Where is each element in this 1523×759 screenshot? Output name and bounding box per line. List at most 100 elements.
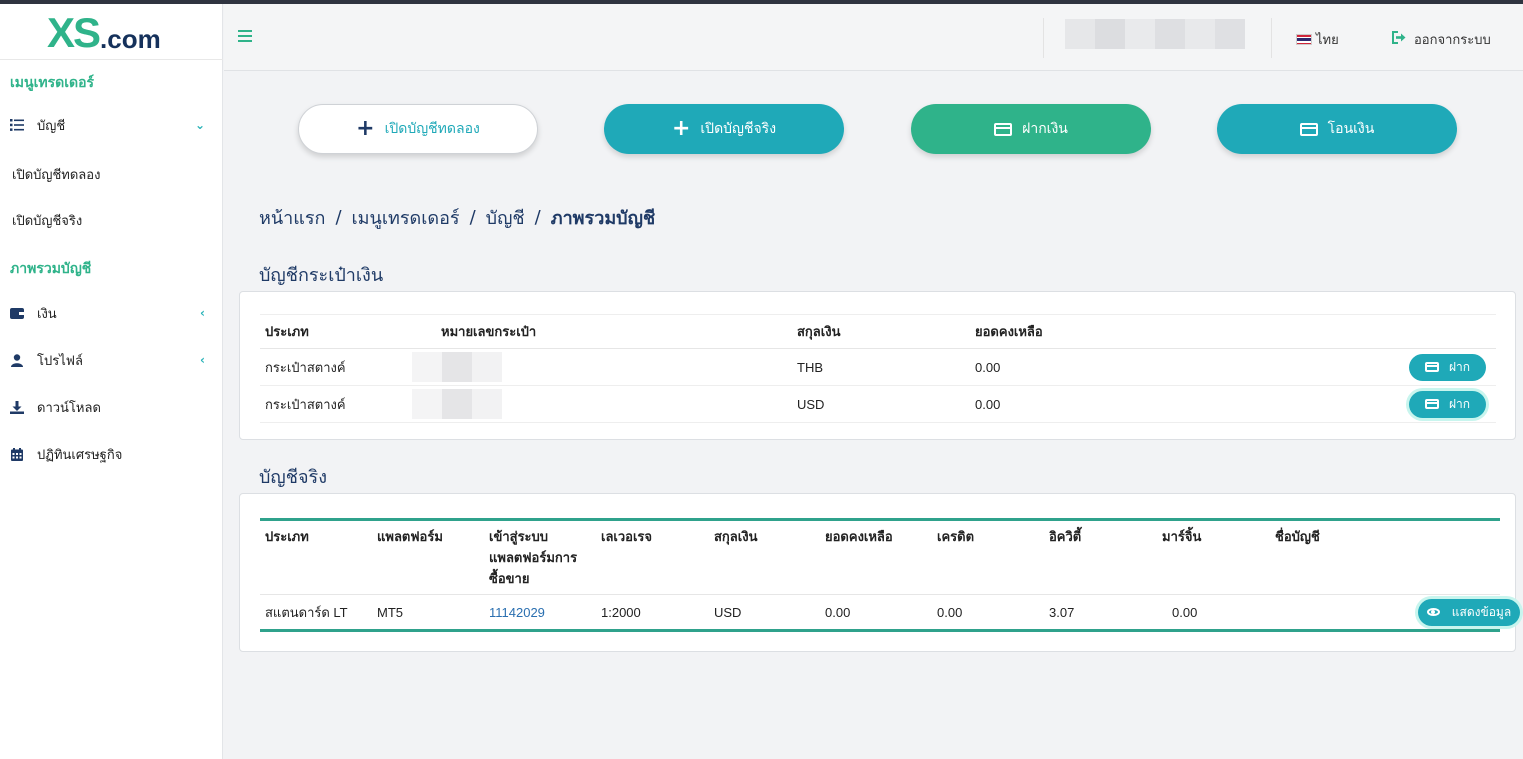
breadcrumb-separator: / (335, 207, 342, 228)
wallet-panel: ประเภท หมายเลขกระเป๋า สกุลเงิน ยอดคงเหลื… (239, 291, 1516, 440)
sidebar-item-label: โปรไฟล์ (37, 353, 83, 369)
logo-text: XS (47, 9, 101, 56)
sign-out-icon (1392, 31, 1406, 48)
open-demo-account-button[interactable]: + เปิดบัญชีทดลอง (298, 104, 538, 154)
sidebar-sub-demo[interactable]: เปิดบัญชีทดลอง (12, 164, 100, 185)
cell-platform: MT5 (372, 594, 484, 632)
sidebar-item-label: เงิน (37, 306, 57, 322)
sidebar-item-download[interactable]: ดาวน์โหลด (10, 395, 210, 419)
cell-wallet-number-redacted (412, 348, 792, 386)
column-header-account-name: ชื่อบัญชี (1270, 518, 1382, 595)
cell-currency: USD (792, 385, 970, 423)
logout-label: ออกจากระบบ (1414, 33, 1491, 48)
header-line: แพลตฟอร์มการ (489, 551, 578, 566)
button-label: ฝาก (1448, 359, 1471, 374)
breadcrumb-current: ภาพรวมบัญชี (550, 208, 656, 229)
column-header-balance: ยอดคงเหลือ (820, 518, 932, 595)
column-header-currency: สกุลเงิน (709, 518, 820, 595)
button-label: เปิดบัญชีทดลอง (384, 121, 480, 137)
column-header-balance: ยอดคงเหลือ (970, 314, 1170, 349)
wallet-section-title: บัญชีกระเป๋าเงิน (259, 265, 384, 286)
language-selector[interactable]: ไทย (1296, 29, 1339, 50)
deposit-row-button[interactable]: ฝาก (1409, 353, 1486, 381)
chevron-left-icon: ‹ (200, 306, 205, 320)
chevron-down-icon: ⌄ (194, 118, 205, 132)
plus-icon: + (356, 116, 375, 141)
wallet-table: ประเภท หมายเลขกระเป๋า สกุลเงิน ยอดคงเหลื… (260, 314, 1496, 423)
column-header-action (1382, 518, 1500, 595)
cell-account-name (1270, 594, 1382, 632)
breadcrumb-trader[interactable]: เมนูเทรดเดอร์ (352, 203, 460, 232)
sidebar-item-money[interactable]: เงิน ‹ (10, 301, 210, 325)
cell-currency: THB (792, 348, 970, 386)
cell-margin: 0.00 (1157, 594, 1270, 632)
hamburger-menu-icon[interactable] (238, 30, 252, 42)
sidebar-section-overview[interactable]: ภาพรวมบัญชี (10, 258, 91, 280)
cell-wallet-number-redacted (412, 385, 792, 423)
cell-type: สแตนดาร์ด LT (260, 594, 372, 632)
plus-icon: + (671, 116, 691, 141)
breadcrumb-account[interactable]: บัญชี (486, 203, 525, 232)
language-label: ไทย (1316, 33, 1339, 48)
column-header-platform: แพลตฟอร์ม (372, 518, 484, 595)
column-header-type: ประเภท (260, 518, 372, 595)
header-line: ซื้อขาย (489, 572, 530, 587)
redacted-user-info (1065, 19, 1245, 49)
thai-flag-icon (1296, 34, 1312, 45)
credit-card-icon (1424, 362, 1439, 372)
breadcrumb-home[interactable]: หน้าแรก (259, 203, 325, 232)
button-label: โอนเงิน (1327, 121, 1375, 137)
logo-suffix: .com (100, 24, 161, 54)
button-label: แสดงข้อมูล (1451, 604, 1512, 619)
cell-balance: 0.00 (970, 348, 1170, 386)
button-label: เปิดบัญชีจริง (700, 121, 777, 137)
cell-balance: 0.00 (820, 594, 932, 632)
cell-action: ฝาก (1170, 348, 1496, 386)
header-divider (1043, 18, 1044, 58)
cell-login: 11142029 (484, 594, 596, 632)
button-label: ฝาก (1448, 396, 1471, 411)
sidebar-item-profile[interactable]: โปรไฟล์ ‹ (10, 348, 210, 372)
sidebar: XS .com เมนูเทรดเดอร์ บัญชี ⌄ เปิดบัญชีท… (0, 4, 223, 759)
breadcrumb: หน้าแรก / เมนูเทรดเดอร์ / บัญชี / ภาพรวม… (259, 203, 655, 232)
sidebar-item-calendar[interactable]: ปฏิทินเศรษฐกิจ (10, 442, 210, 466)
cell-action: แสดงข้อมูล (1382, 594, 1520, 632)
show-details-button[interactable]: แสดงข้อมูล (1418, 598, 1520, 626)
top-header: ไทย ออกจากระบบ (224, 4, 1523, 71)
table-header-row: ประเภท แพลตฟอร์ม เข้าสู่ระบบ แพลตฟอร์มกา… (260, 518, 1500, 595)
sidebar-item-label: บัญชี (37, 118, 66, 134)
login-link[interactable]: 11142029 (489, 605, 545, 620)
deposit-button[interactable]: ฝากเงิน (911, 104, 1151, 154)
real-section-title: บัญชีจริง (259, 467, 327, 488)
sidebar-item-label: ดาวน์โหลด (37, 400, 101, 416)
header-divider (1271, 18, 1272, 58)
real-accounts-table: ประเภท แพลตฟอร์ม เข้าสู่ระบบ แพลตฟอร์มกา… (260, 518, 1520, 632)
cell-equity: 3.07 (1044, 594, 1157, 632)
column-header-action (1170, 314, 1496, 349)
table-header-row: ประเภท หมายเลขกระเป๋า สกุลเงิน ยอดคงเหลื… (260, 314, 1496, 349)
sidebar-sub-real[interactable]: เปิดบัญชีจริง (12, 210, 82, 231)
cell-action: ฝาก (1170, 385, 1496, 423)
calendar-icon (10, 447, 24, 461)
transfer-button[interactable]: โอนเงิน (1217, 104, 1457, 154)
deposit-row-button[interactable]: ฝาก (1409, 390, 1486, 418)
cell-type: กระเป๋าสตางค์ (260, 385, 436, 423)
open-real-account-button[interactable]: + เปิดบัญชีจริง (604, 104, 844, 154)
eye-icon (1426, 608, 1440, 616)
logo[interactable]: XS .com (47, 9, 161, 56)
table-row: กระเป๋าสตางค์ THB 0.00 ฝาก (260, 348, 1496, 386)
cell-credit: 0.00 (932, 594, 1044, 632)
sidebar-section-trader: เมนูเทรดเดอร์ (10, 75, 95, 91)
real-accounts-panel: ประเภท แพลตฟอร์ม เข้าสู่ระบบ แพลตฟอร์มกา… (239, 493, 1520, 652)
cell-balance: 0.00 (970, 385, 1170, 423)
breadcrumb-separator: / (534, 207, 541, 228)
button-label: ฝากเงิน (1022, 121, 1068, 137)
column-header-leverage: เลเวอเรจ (596, 518, 709, 595)
logout-button[interactable]: ออกจากระบบ (1392, 29, 1491, 50)
credit-card-icon (1299, 122, 1318, 136)
sidebar-item-account[interactable]: บัญชี ⌄ (10, 113, 210, 137)
column-header-credit: เครดิต (932, 518, 1044, 595)
user-icon (10, 353, 24, 367)
wallet-icon (10, 306, 24, 320)
table-row: สแตนดาร์ด LT MT5 11142029 1:2000 USD 0.0… (260, 594, 1520, 632)
